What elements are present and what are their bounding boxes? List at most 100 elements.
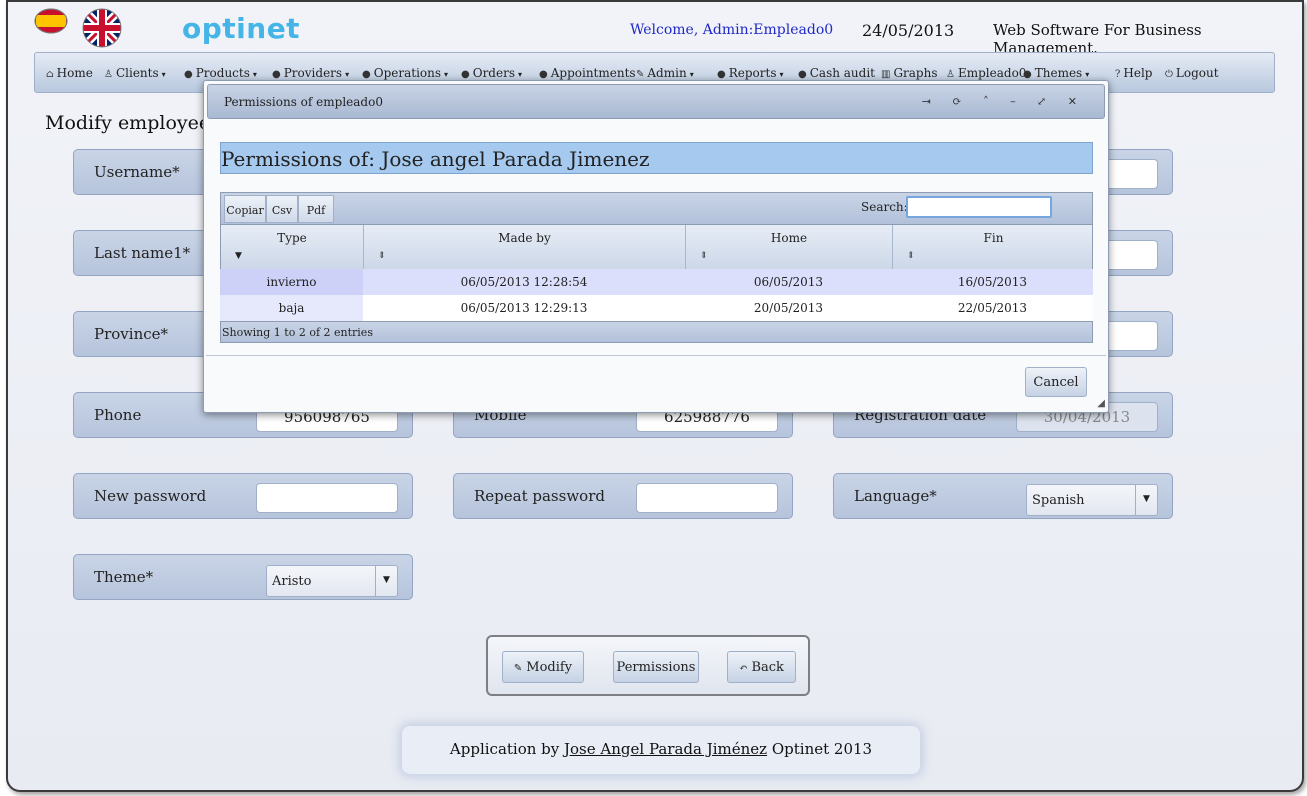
cancel-button[interactable]: Cancel — [1025, 367, 1087, 397]
chevron-down-icon[interactable]: ▼ — [1135, 485, 1157, 515]
menu-item-orders[interactable]: ● Orders ▾ — [461, 66, 522, 80]
dialog-window-controls-icon[interactable]: ⇥ ⟳ ˄ – ⤢ ✕ — [922, 95, 1086, 108]
cell-fin: 16/05/2013 — [957, 275, 1028, 289]
menu-item-graphs[interactable]: ▥ Graphs — [881, 66, 938, 80]
chevron-down-icon: ▾ — [444, 70, 449, 79]
menu-item-products[interactable]: ● Products ▾ — [184, 66, 257, 80]
table-row[interactable]: baja 06/05/2013 12:29:13 20/05/2013 22/0… — [220, 295, 1093, 321]
menu-item-clients[interactable]: ♙ Clients ▾ — [104, 66, 166, 80]
theme-select[interactable]: Aristo ▼ — [266, 565, 398, 597]
search-input[interactable] — [906, 196, 1052, 218]
chevron-down-icon: ▾ — [1085, 70, 1090, 79]
dialog-titlebar[interactable]: Permissions of empleado0 ⇥ ⟳ ˄ – ⤢ ✕ — [207, 84, 1105, 119]
bullet-icon: ● — [461, 69, 470, 80]
column-header-fin[interactable]: Fin ⇕ — [893, 225, 1094, 269]
chart-icon: ▥ — [881, 69, 891, 80]
home-icon: ⌂ — [46, 69, 54, 80]
chevron-down-icon: ▾ — [518, 70, 523, 79]
bullet-icon: ● — [717, 69, 726, 80]
resize-grip-icon[interactable]: ◢ — [1097, 398, 1105, 409]
column-header-made-by[interactable]: Made by ⇕ — [364, 225, 686, 269]
pencil-icon: ✎ — [513, 663, 523, 674]
copy-button[interactable]: Copiar — [224, 195, 266, 223]
permissions-button[interactable]: Permissions — [613, 651, 699, 683]
bullet-icon: ● — [798, 69, 807, 80]
chevron-down-icon: ▾ — [252, 70, 257, 79]
search-label: Search: — [861, 200, 908, 214]
cell-home: 06/05/2013 — [753, 275, 824, 289]
sort-icon: ⇕ — [907, 251, 915, 261]
chevron-down-icon: ▾ — [779, 70, 784, 79]
footer: Application by Jose Angel Parada Jiménez… — [402, 726, 920, 774]
lastname-label: Last name1* — [94, 244, 191, 262]
repeat-password-input[interactable] — [636, 483, 778, 513]
menu-item-appointments[interactable]: ● Appointments — [539, 66, 636, 80]
user-icon: ♙ — [104, 69, 113, 80]
username-label: Username* — [94, 163, 180, 181]
chevron-down-icon: ▾ — [345, 70, 350, 79]
sort-icon: ⇕ — [378, 251, 386, 261]
bullet-icon: ● — [539, 69, 548, 80]
menu-item-help[interactable]: ? Help — [1115, 66, 1152, 80]
chevron-down-icon: ▾ — [689, 70, 694, 79]
repeat-password-label: Repeat password — [474, 487, 605, 505]
spanish-flag-icon[interactable] — [34, 8, 68, 34]
menu-item-admin[interactable]: ✎ Admin ▾ — [636, 66, 694, 80]
theme-field: Theme* Aristo ▼ — [73, 554, 413, 600]
pdf-button[interactable]: Pdf — [298, 195, 334, 223]
menu-item-operations[interactable]: ● Operations ▾ — [362, 66, 448, 80]
menu-item-providers[interactable]: ● Providers ▾ — [272, 66, 349, 80]
theme-label: Theme* — [94, 568, 154, 586]
help-icon: ? — [1115, 69, 1121, 80]
cell-made-by: 06/05/2013 12:28:54 — [460, 275, 588, 289]
csv-button[interactable]: Csv — [266, 195, 298, 223]
table-info: Showing 1 to 2 of 2 entries — [220, 321, 1093, 343]
cell-fin: 22/05/2013 — [957, 301, 1028, 315]
chevron-down-icon[interactable]: ▼ — [375, 566, 397, 596]
column-header-type[interactable]: Type ▼ — [221, 225, 364, 269]
bullet-icon: ● — [184, 69, 193, 80]
permissions-dialog: Permissions of empleado0 ⇥ ⟳ ˄ – ⤢ ✕ Per… — [203, 80, 1109, 413]
language-label: Language* — [854, 487, 937, 505]
modify-button[interactable]: ✎ Modify — [502, 651, 584, 683]
permissions-table: Copiar Csv Pdf Search: Type ▼ Made by ⇕ Ho… — [220, 192, 1093, 343]
dialog-divider — [206, 355, 1106, 356]
welcome-text: Welcome, Admin:Empleado0 — [630, 22, 834, 38]
cell-home: 20/05/2013 — [753, 301, 824, 315]
bullet-icon: ● — [1023, 69, 1032, 80]
bullet-icon: ● — [272, 69, 281, 80]
back-button[interactable]: ↶ Back — [727, 651, 796, 683]
author-link[interactable]: Jose Angel Parada Jiménez — [564, 740, 767, 758]
bullet-icon: ● — [362, 69, 371, 80]
table-toolbar: Copiar Csv Pdf Search: — [220, 192, 1093, 225]
cell-type: baja — [220, 295, 363, 321]
menu-item-cash-audit[interactable]: ● Cash audit — [798, 66, 875, 80]
new-password-label: New password — [94, 487, 207, 505]
column-header-home[interactable]: Home ⇕ — [686, 225, 893, 269]
language-field: Language* Spanish ▼ — [833, 473, 1173, 519]
page-title: Modify employee: — [45, 112, 217, 134]
chevron-down-icon: ▾ — [161, 70, 166, 79]
menu-item-home[interactable]: ⌂ Home — [46, 66, 93, 80]
menu-item-reports[interactable]: ● Reports ▾ — [717, 66, 784, 80]
language-select[interactable]: Spanish ▼ — [1026, 484, 1158, 516]
power-icon: ⏻ — [1165, 69, 1173, 80]
user-icon: ♙ — [946, 69, 955, 80]
permissions-heading: Permissions of: Jose angel Parada Jimene… — [220, 142, 1093, 174]
cell-made-by: 06/05/2013 12:29:13 — [460, 301, 588, 315]
english-flag-icon[interactable] — [82, 8, 122, 48]
new-password-input[interactable] — [256, 483, 398, 513]
menu-item-logout[interactable]: ⏻ Logout — [1165, 66, 1219, 80]
menu-item-empleado0[interactable]: ♙ Empleado0 — [946, 66, 1026, 80]
menu-item-themes[interactable]: ● Themes ▾ — [1023, 66, 1089, 80]
sort-desc-icon: ▼ — [235, 251, 242, 261]
current-date: 24/05/2013 — [862, 21, 955, 40]
table-row[interactable]: invierno 06/05/2013 12:28:54 06/05/2013 … — [220, 269, 1093, 295]
province-label: Province* — [94, 325, 169, 343]
phone-label: Phone — [94, 406, 142, 424]
action-bar: ✎ Modify Permissions ↶ Back — [486, 635, 810, 696]
table-header: Type ▼ Made by ⇕ Home ⇕ Fin ⇕ — [220, 225, 1093, 269]
repeat-password-field: Repeat password — [453, 473, 793, 519]
cell-type: invierno — [220, 269, 363, 295]
sort-icon: ⇕ — [700, 251, 708, 261]
